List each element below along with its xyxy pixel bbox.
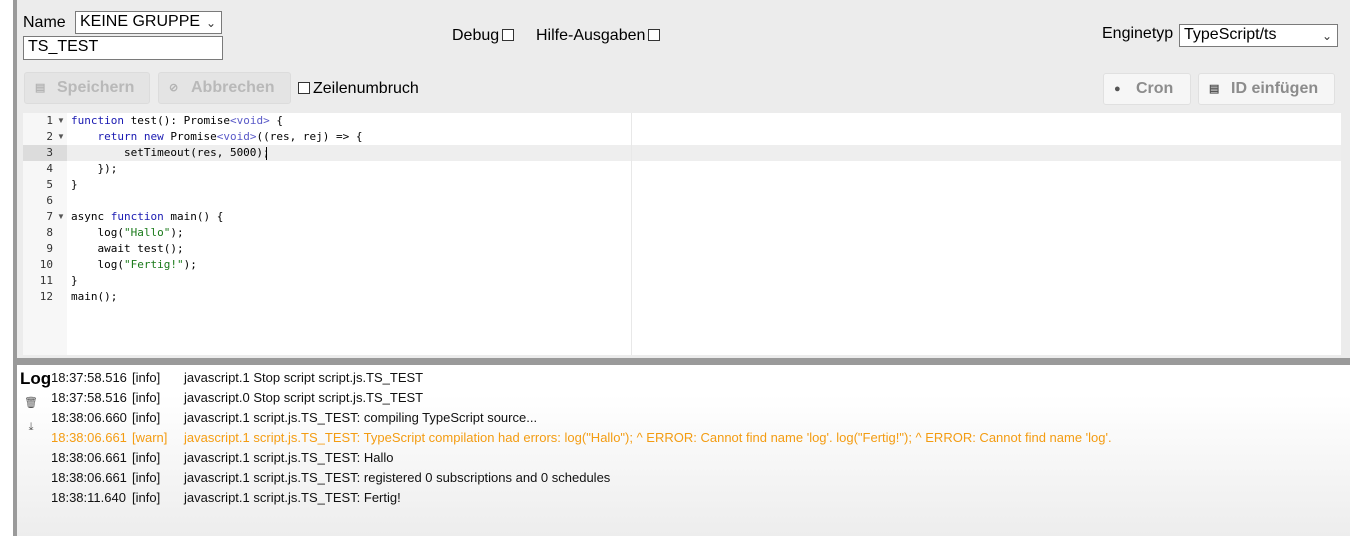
line-number: 12 [39, 290, 53, 303]
code-line[interactable]: log("Fertig!"); [71, 257, 196, 273]
line-number: 9 [46, 242, 53, 255]
name-label: Name [23, 14, 66, 31]
line-wrap-option[interactable]: Zeilenumbruch [298, 80, 419, 98]
debug-option[interactable]: Debug [452, 27, 515, 45]
download-icon[interactable]: ⤓ [21, 418, 41, 436]
log-time: 18:38:06.661 [51, 470, 127, 485]
help-output-option[interactable]: Hilfe-Ausgaben [536, 27, 661, 45]
clock-icon: ● [1114, 83, 1121, 95]
help-output-checkbox[interactable] [648, 29, 661, 41]
log-message: javascript.1 script.js.TS_TEST: TypeScri… [184, 430, 1112, 445]
code-editor[interactable]: 1 2 3 4 5 6 7 8 9 10 11 12 ▼ ▼ ▼ functio… [23, 113, 1341, 355]
log-message: javascript.1 script.js.TS_TEST: Fertig! [184, 490, 401, 505]
line-number: 1 [46, 114, 53, 127]
code-line[interactable]: async function main() { [71, 209, 223, 225]
fold-toggle-icon[interactable]: ▼ [57, 129, 65, 145]
engine-type-select[interactable]: TypeScript/ts ⌄ [1179, 24, 1338, 47]
log-time: 18:38:06.661 [51, 450, 127, 465]
line-number: 11 [39, 274, 53, 287]
line-wrap-checkbox[interactable] [298, 82, 310, 94]
log-message: javascript.1 script.js.TS_TEST: compilin… [184, 410, 538, 425]
log-severity: [warn] [132, 430, 168, 445]
code-line[interactable]: function test(): Promise<void> { [71, 113, 283, 129]
line-wrap-label: Zeilenumbruch [313, 80, 419, 97]
engine-type-label: Enginetyp [1102, 25, 1174, 42]
log-severity: [info] [132, 450, 161, 465]
code-line[interactable]: log("Hallo"); [71, 225, 183, 241]
line-number: 6 [46, 194, 53, 207]
debug-label: Debug [452, 27, 500, 44]
line-number: 5 [46, 178, 53, 191]
cancel-button-label: Abbrechen [191, 79, 275, 96]
log-time: 18:38:06.660 [51, 410, 127, 425]
line-number: 10 [39, 258, 53, 271]
line-number: 4 [46, 162, 53, 175]
help-output-label: Hilfe-Ausgaben [536, 27, 646, 44]
log-severity: [info] [132, 410, 161, 425]
insert-id-button-label: ID einfügen [1231, 80, 1319, 97]
log-time: 18:38:06.661 [51, 430, 127, 445]
script-name-input[interactable]: TS_TEST [23, 36, 223, 60]
code-line[interactable]: } [71, 273, 78, 289]
log-severity: [info] [132, 390, 161, 405]
log-severity: [info] [132, 370, 161, 385]
log-title: Log [20, 369, 52, 388]
text-cursor [266, 147, 267, 160]
code-line[interactable]: await test(); [71, 241, 183, 257]
log-time: 18:38:11.640 [51, 490, 126, 505]
cron-button[interactable]: ● Cron [1103, 73, 1191, 105]
code-line[interactable]: }); [71, 161, 117, 177]
log-message: javascript.1 script.js.TS_TEST: register… [184, 470, 611, 485]
save-button[interactable]: ▤ Speichern [24, 72, 150, 104]
line-number: 7 [46, 210, 53, 223]
trash-icon[interactable]: 🗑 [21, 394, 41, 412]
cron-button-label: Cron [1136, 80, 1174, 97]
fold-toggle-icon[interactable]: ▼ [57, 209, 65, 225]
panel-splitter[interactable] [17, 358, 1350, 365]
log-message: javascript.0 Stop script script.js.TS_TE… [184, 390, 424, 405]
chevron-down-icon: ⌄ [205, 16, 216, 30]
log-time: 18:37:58.516 [51, 390, 127, 405]
insert-id-button[interactable]: ▤ ID einfügen [1198, 73, 1335, 105]
save-button-label: Speichern [57, 79, 135, 96]
code-line[interactable]: setTimeout(res, 5000); [71, 145, 270, 161]
code-line[interactable]: } [71, 177, 78, 193]
line-number: 8 [46, 226, 53, 239]
cancel-button[interactable]: ⊘ Abbrechen [158, 72, 291, 104]
chevron-down-icon: ⌄ [1321, 29, 1332, 43]
log-severity: [info] [132, 490, 161, 505]
group-select-value: KEINE GRUPPE [80, 13, 201, 30]
engine-type-select-value: TypeScript/ts [1184, 26, 1277, 43]
cancel-icon: ⊘ [169, 82, 179, 94]
log-message: javascript.1 Stop script script.js.TS_TE… [184, 370, 424, 385]
save-icon: ▤ [35, 82, 46, 94]
print-margin [631, 113, 632, 355]
code-line[interactable]: return new Promise<void>((res, rej) => { [71, 129, 363, 145]
fold-toggle-icon[interactable]: ▼ [57, 113, 65, 129]
line-number: 2 [46, 130, 53, 143]
log-time: 18:37:58.516 [51, 370, 127, 385]
group-select[interactable]: KEINE GRUPPE ⌄ [75, 11, 222, 34]
code-line[interactable]: main(); [71, 289, 117, 305]
line-number: 3 [46, 146, 53, 159]
debug-checkbox[interactable] [502, 29, 515, 41]
list-icon: ▤ [1209, 83, 1220, 95]
log-severity: [info] [132, 470, 161, 485]
log-message: javascript.1 script.js.TS_TEST: Hallo [184, 450, 394, 465]
